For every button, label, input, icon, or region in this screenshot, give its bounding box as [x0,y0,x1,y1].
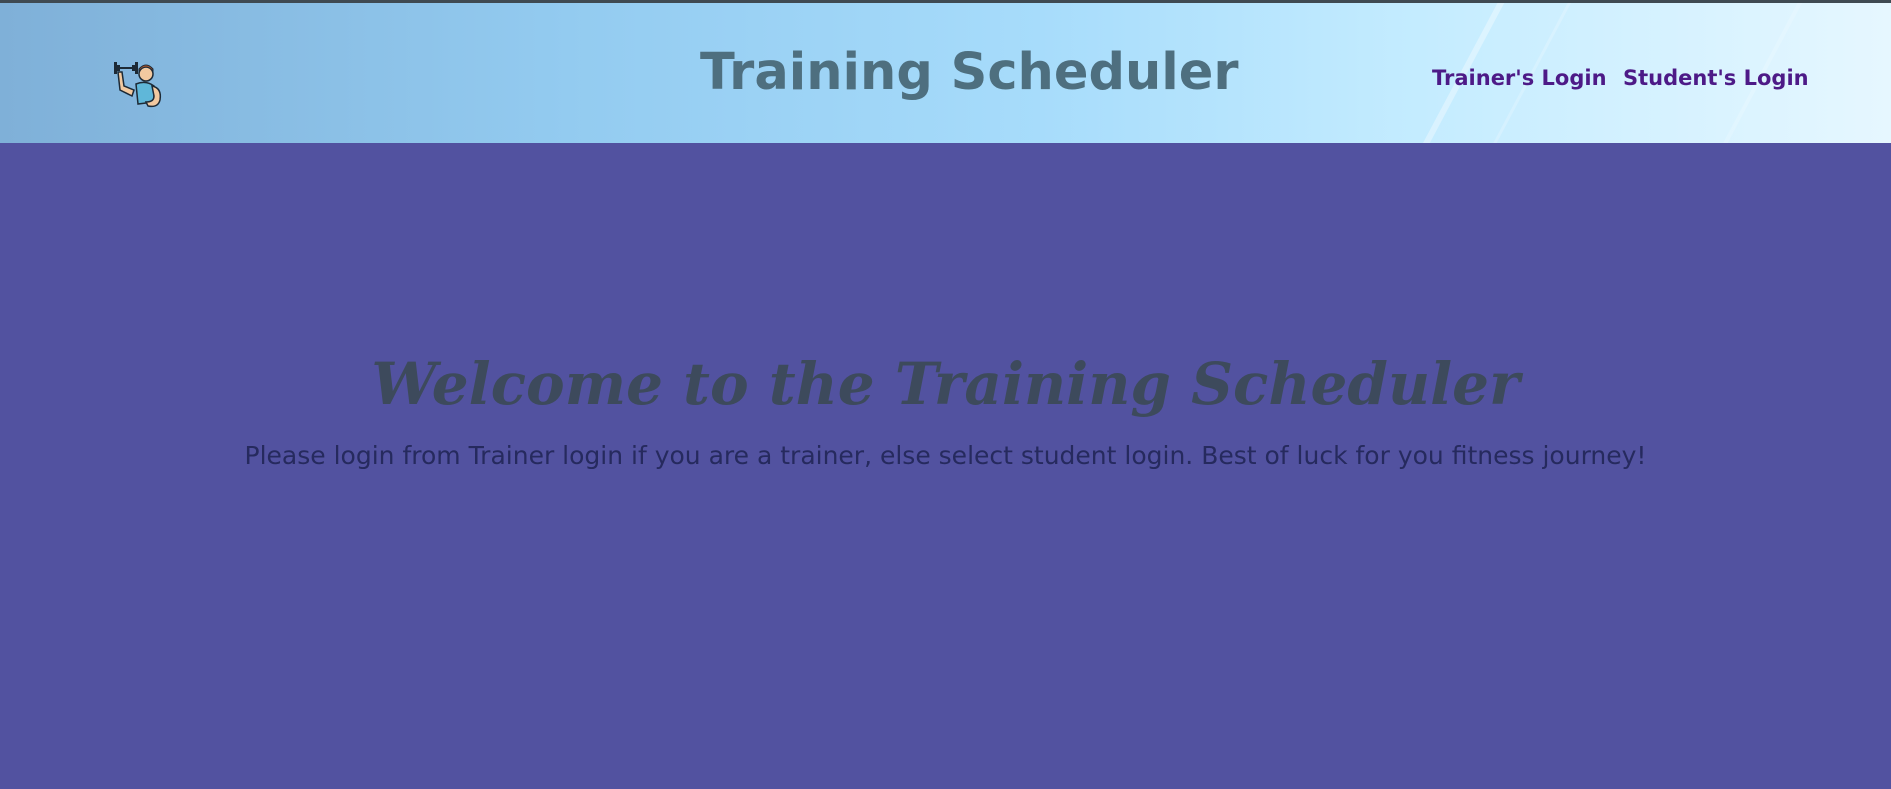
site-header: Training Scheduler Trainer's Login Stude… [0,3,1891,143]
welcome-heading: Welcome to the Training Scheduler [371,350,1520,418]
welcome-subtitle: Please login from Trainer login if you a… [244,441,1647,470]
site-title: Training Scheduler [700,43,1239,102]
student-login-link[interactable]: Student's Login [1623,66,1809,90]
trainer-login-link[interactable]: Trainer's Login [1432,66,1607,90]
weightlifter-icon[interactable] [110,56,170,116]
